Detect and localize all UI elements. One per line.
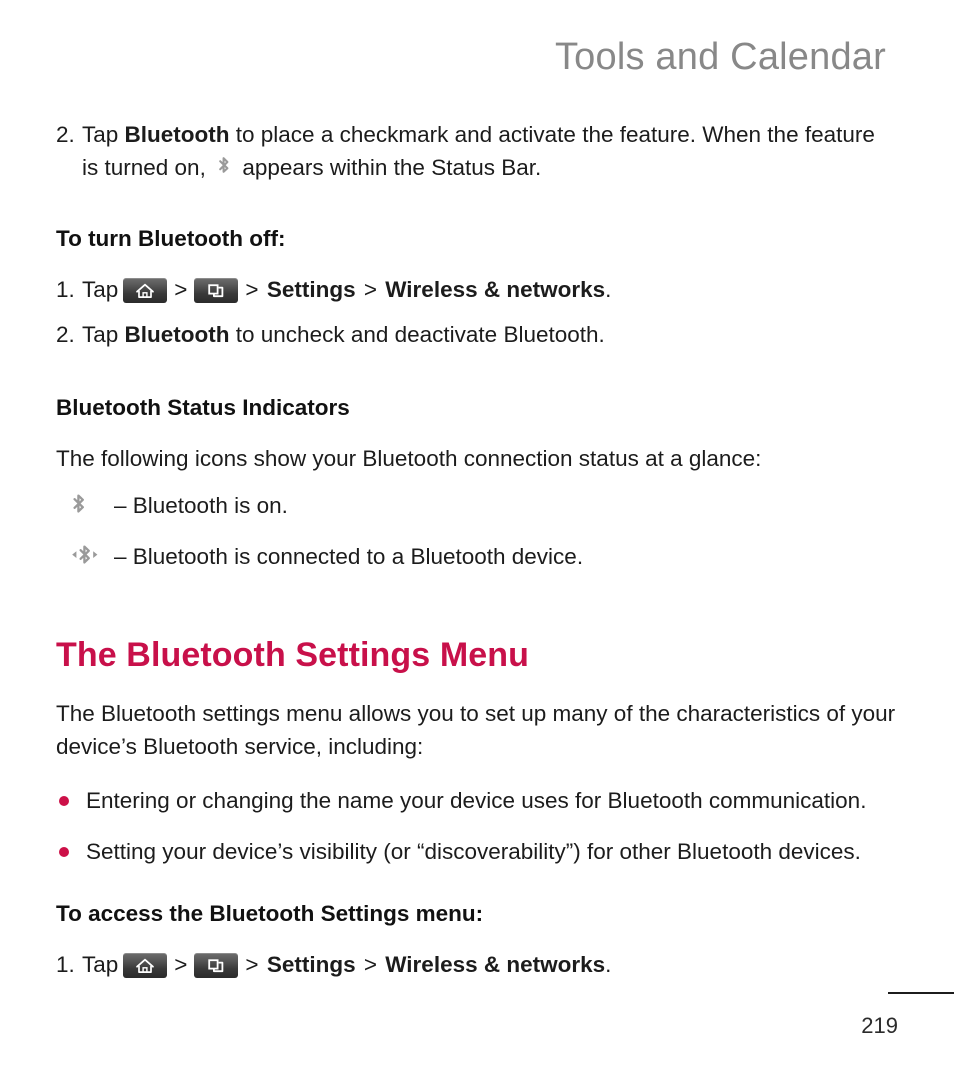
page-content: 2. Tap Bluetooth to place a checkmark and… [56,118,896,981]
bluetooth-connected-icon [70,543,114,570]
bluetooth-keyword: Bluetooth [124,122,230,147]
step-period: . [605,277,612,302]
separator-chevron: > [363,277,377,302]
footer-divider [888,992,954,994]
menu-key-icon[interactable] [194,953,239,978]
separator-chevron: > [245,277,259,302]
step-text-part1: Tap [82,122,125,147]
step-text-part1: Tap [82,322,125,347]
bluetooth-on-icon [216,155,232,188]
step-text-part2: to uncheck and deactivate Bluetooth. [229,322,605,347]
step-number: 2. [56,322,75,347]
settings-keyword: Settings [266,277,356,302]
list-item: 2. Tap Bluetooth to uncheck and deactivat… [56,318,896,351]
separator-chevron: > [245,952,259,977]
home-key-icon[interactable] [123,278,168,303]
status-row-label: – Bluetooth is connected to a Bluetooth … [114,544,584,569]
step-number: 1. [56,277,75,302]
step-period: . [605,952,612,977]
tap-label: Tap [82,277,119,302]
status-indicators-intro: The following icons show your Bluetooth … [56,446,762,471]
list-item: – Bluetooth is connected to a Bluetooth … [56,540,896,573]
step-number: 2. [56,122,75,147]
list-item: 1. Tap > > Settings > Wireless & networks… [56,273,896,306]
separator-chevron: > [174,952,188,977]
section-subheading-turn-off: To turn Bluetooth off: [56,226,286,251]
list-item: 2. Tap Bluetooth to place a checkmark and… [56,118,896,188]
status-row-label: – Bluetooth is on. [114,493,288,518]
step-text-part3: appears within the Status Bar. [236,155,542,180]
section-heading-bluetooth-settings-menu: The Bluetooth Settings Menu [56,636,530,674]
list-item: 1. Tap > > Settings > Wireless & networks… [56,948,896,981]
page-number: 219 [861,1013,898,1038]
bluetooth-on-icon [70,492,114,519]
separator-chevron: > [363,952,377,977]
wireless-networks-keyword: Wireless & networks [385,952,606,977]
settings-keyword: Settings [266,952,356,977]
section-subheading-status-indicators: Bluetooth Status Indicators [56,395,350,420]
bluetooth-keyword: Bluetooth [124,322,230,347]
list-item: – Bluetooth is on. [56,489,896,522]
list-item: Setting your device’s visibility (or “di… [56,834,896,869]
wireless-networks-keyword: Wireless & networks [385,277,606,302]
separator-chevron: > [174,277,188,302]
list-item: Entering or changing the name your devic… [56,783,896,818]
section-subheading-access-settings: To access the Bluetooth Settings menu: [56,901,484,926]
home-key-icon[interactable] [123,953,168,978]
settings-menu-paragraph: The Bluetooth settings menu allows you t… [56,701,896,759]
tap-label: Tap [82,952,119,977]
menu-key-icon[interactable] [194,278,239,303]
document-page: Tools and Calendar 2. Tap Bluetooth to pl… [0,0,954,1074]
running-head-title: Tools and Calendar [554,36,886,78]
step-number: 1. [56,952,75,977]
